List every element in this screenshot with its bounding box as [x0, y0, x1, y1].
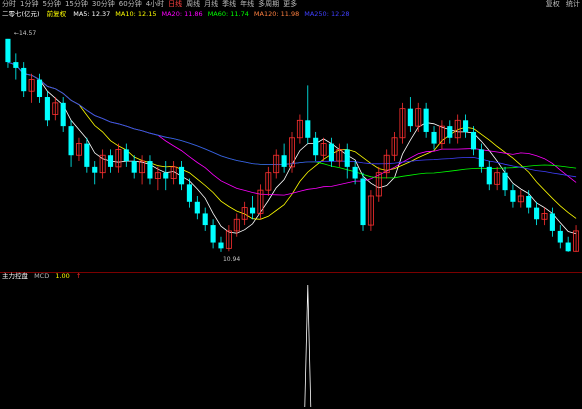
period-tabs: 分时 1分钟 5分钟 15分钟 30分钟 60分钟 4小时 日线 周线 月线 季线 年线 多周期 更多: [2, 0, 301, 9]
ma-legend: 二零七(亿元) 前复权 MA5: 12.37 MA10: 12.15 MA20: 1…: [2, 10, 360, 19]
period-tab[interactable]: 分时: [2, 0, 16, 8]
high-price-label: ←14.57: [14, 30, 36, 37]
ma-legend-item: MA120: 11.98: [253, 10, 300, 18]
candle-body: [502, 172, 508, 191]
period-tab[interactable]: 季线: [222, 0, 236, 8]
fuquan-button[interactable]: 复权: [546, 0, 560, 8]
candle-body: [178, 166, 185, 185]
candle-body: [549, 213, 555, 231]
candle-body: [36, 79, 43, 98]
candle-body: [534, 207, 540, 220]
candle-body: [352, 166, 358, 179]
candle-body: [478, 149, 484, 167]
candle-body: [68, 126, 74, 156]
ma-legend-item: MA250: 12.28: [304, 10, 350, 18]
candle-body: [13, 62, 19, 68]
price-chart[interactable]: ←14.57 10.94: [0, 19, 582, 272]
candle-body: [60, 102, 66, 127]
indicator-extra: MCD: [34, 272, 50, 280]
candle-body: [486, 166, 492, 185]
candle-body: [423, 108, 429, 132]
stock-title: 二零七(亿元): [2, 10, 40, 18]
candle-body: [360, 178, 366, 226]
period-tab[interactable]: 多周期: [258, 0, 279, 8]
candle-body: [131, 161, 137, 173]
period-tab[interactable]: 日线: [168, 0, 182, 8]
candle-body: [194, 201, 200, 214]
indicator-arrow-icon: ↑: [75, 272, 82, 280]
low-price-label: 10.94: [223, 256, 240, 263]
candle-body: [470, 131, 477, 150]
candle-body: [21, 67, 27, 92]
indicator-value: 1.00: [55, 272, 70, 280]
indicator-chart[interactable]: [0, 281, 582, 409]
candle-body: [249, 207, 256, 214]
candle-body: [107, 155, 114, 167]
period-tab[interactable]: 1分钟: [20, 0, 38, 8]
period-tab[interactable]: 4小时: [146, 0, 164, 8]
candle-body: [5, 38, 11, 63]
period-tab[interactable]: 5分钟: [42, 0, 60, 8]
indicator-name[interactable]: 主力控盘: [2, 272, 28, 280]
candle-body: [186, 184, 192, 202]
ma-legend-item: MA20: 11.86: [161, 10, 203, 18]
candle-body: [218, 242, 224, 249]
period-tab[interactable]: 周线: [186, 0, 200, 8]
candle-body: [463, 120, 469, 132]
panel-divider[interactable]: [0, 272, 582, 273]
ma-values: MA5: 12.37 MA10: 12.15 MA20: 11.86 MA60: 11…: [73, 10, 354, 18]
candle-body: [281, 155, 287, 167]
candle-body: [407, 108, 413, 127]
indicator-legend: 主力控盘 MCD 1.00 ↑: [2, 272, 85, 281]
period-tab[interactable]: 更多: [283, 0, 297, 8]
candle-body: [147, 161, 153, 179]
candle-body: [84, 143, 90, 167]
ma-legend-item: MA10: 12.15: [115, 10, 157, 18]
candle-body: [526, 195, 532, 208]
candle-body: [123, 149, 129, 162]
candle-body: [557, 230, 563, 243]
candle-body: [202, 213, 208, 226]
candle-body: [92, 166, 98, 173]
period-tab[interactable]: 30分钟: [92, 0, 115, 8]
ma-legend-item: MA60: 11.74: [207, 10, 249, 18]
candle-body: [210, 225, 216, 243]
candle-body: [44, 97, 50, 121]
candle-body: [163, 172, 169, 179]
candle-body: [305, 120, 311, 138]
candle-body: [344, 149, 350, 167]
candle-body: [328, 143, 335, 162]
candle-body: [431, 131, 437, 144]
ma-legend-item: MA5: 12.37: [73, 10, 111, 18]
candle-body: [313, 137, 319, 156]
period-toolbar: 分时 1分钟 5分钟 15分钟 30分钟 60分钟 4小时 日线 周线 月线 季线 年线 多周期 更多 复…: [0, 0, 582, 9]
period-tab[interactable]: 60分钟: [119, 0, 142, 8]
period-tab[interactable]: 年线: [240, 0, 254, 8]
toolbar-right: 复权 统计: [542, 0, 580, 9]
period-tab[interactable]: 月线: [204, 0, 218, 8]
candle-body: [565, 242, 571, 252]
stats-button[interactable]: 统计: [566, 0, 580, 8]
period-tab[interactable]: 15分钟: [65, 0, 88, 8]
signal-spike: [304, 284, 312, 408]
candle-body: [510, 190, 516, 202]
adjust-mode[interactable]: 前复权: [47, 10, 67, 18]
candle-body: [447, 126, 453, 138]
